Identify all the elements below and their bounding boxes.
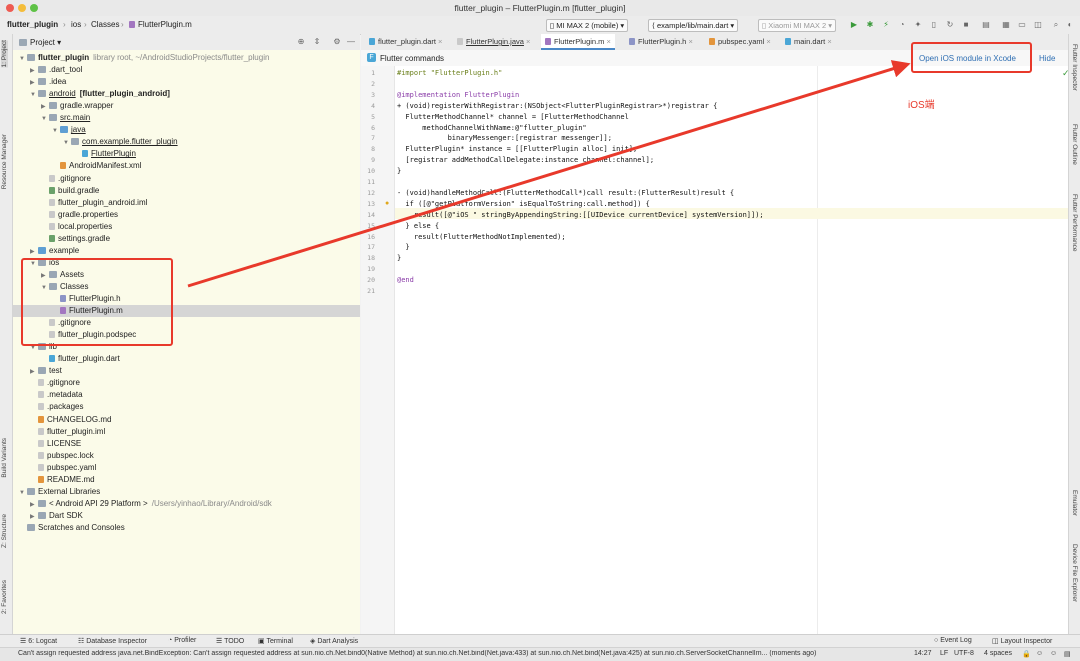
tool-todo-label: TODO: [224, 638, 245, 645]
tool-event-log-label: Event Log: [940, 637, 972, 644]
status-message[interactable]: Can't assign requested address java.net.…: [18, 650, 906, 657]
tool-terminal[interactable]: ▣ Terminal: [258, 637, 293, 645]
tool-logcat-label: 6: Logcat: [28, 638, 58, 645]
memory-icon[interactable]: ▤: [1064, 650, 1071, 658]
tool-database-inspector[interactable]: ☷ Database Inspector: [78, 637, 147, 645]
face-icon[interactable]: ☺: [1036, 650, 1043, 657]
tool-profiler-label: Profiler: [174, 637, 197, 644]
line-separator[interactable]: LF: [940, 650, 948, 657]
status-bar: Can't assign requested address java.net.…: [0, 647, 1080, 661]
tool-terminal-label: Terminal: [266, 638, 293, 645]
tool-todo[interactable]: ☰ TODO: [216, 637, 244, 645]
lock-icon[interactable]: 🔒: [1022, 650, 1031, 658]
tool-logcat[interactable]: ☰ 6: Logcat: [20, 637, 57, 645]
indent-setting[interactable]: 4 spaces: [984, 650, 1012, 657]
tool-database-inspector-label: Database Inspector: [86, 638, 147, 645]
file-encoding[interactable]: UTF-8: [954, 650, 974, 657]
tool-layout-inspector-label: Layout Inspector: [1000, 638, 1053, 645]
tool-profiler[interactable]: ◔ Profiler: [168, 637, 196, 644]
caret-position[interactable]: 14:27: [914, 650, 932, 657]
smile-icon[interactable]: ☺: [1050, 650, 1057, 657]
tool-dart-analysis-label: Dart Analysis: [317, 638, 359, 645]
tool-dart-analysis[interactable]: ◈ Dart Analysis: [310, 637, 358, 645]
tool-layout-inspector[interactable]: ◫ Layout Inspector: [992, 637, 1052, 645]
bottom-tool-bar: ☰ 6: Logcat ☷ Database Inspector ◔ Profi…: [0, 634, 1080, 648]
ios-annotation-label: iOS端: [908, 100, 935, 111]
tool-event-log[interactable]: ○ Event Log: [934, 637, 972, 644]
